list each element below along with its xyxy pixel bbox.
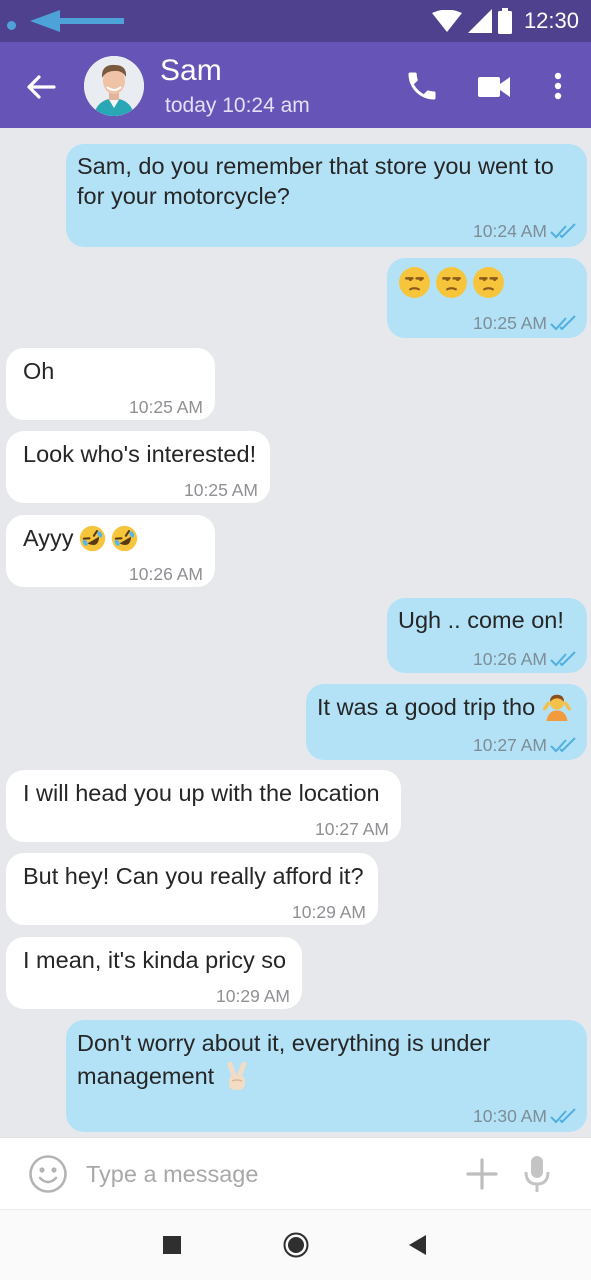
message-time: 10:27 AM <box>473 735 547 755</box>
chat-header: Sam today 10:24 am <box>0 42 591 128</box>
incoming-message[interactable]: Look who's interested! 10:25 AM <box>6 431 270 503</box>
message-text: Look who's interested! <box>23 441 257 467</box>
avatar-image <box>84 56 144 116</box>
rolling-on-floor-laughing-icon <box>111 525 137 551</box>
unamused-face-icon <box>436 267 467 298</box>
message-text-line: Don't worry about it, everything is unde… <box>77 1030 491 1056</box>
outgoing-message[interactable]: Sam, do you remember that store you went… <box>66 144 587 247</box>
incoming-message[interactable]: But hey! Can you really afford it? 10:29… <box>6 853 378 925</box>
system-navigation-bar <box>0 1209 591 1280</box>
message-text: It was a good trip tho <box>317 694 536 720</box>
emoji-icon[interactable] <box>28 1154 68 1194</box>
read-ticks-icon <box>550 737 576 753</box>
message-time: 10:27 AM <box>315 819 389 839</box>
message-time: 10:25 AM <box>473 313 547 333</box>
more-vertical-icon[interactable] <box>548 66 568 106</box>
person-shrugging-icon <box>543 694 572 721</box>
rolling-on-floor-laughing-icon <box>79 525 105 551</box>
message-list[interactable]: Sam, do you remember that store you went… <box>0 128 591 1136</box>
read-ticks-icon <box>550 1108 576 1124</box>
victory-hand-icon <box>227 1061 247 1090</box>
message-time: 10:29 AM <box>216 986 290 1006</box>
message-text: Ayyy <box>23 525 74 551</box>
swipe-hint-arrow-icon <box>30 10 124 32</box>
incoming-message[interactable]: I will head you up with the location 10:… <box>6 770 401 842</box>
contact-avatar[interactable] <box>84 56 144 116</box>
outgoing-message[interactable]: Don't worry about it, everything is unde… <box>66 1020 587 1132</box>
back-arrow-icon[interactable] <box>24 70 58 104</box>
recent-apps-icon[interactable] <box>163 1236 181 1254</box>
message-text: But hey! Can you really afford it? <box>23 863 364 889</box>
read-ticks-icon <box>550 651 576 667</box>
video-camera-icon[interactable] <box>476 72 512 102</box>
message-time: 10:29 AM <box>292 902 366 922</box>
message-time: 10:25 AM <box>184 480 258 500</box>
message-time: 10:25 AM <box>129 397 203 417</box>
message-input[interactable] <box>86 1154 436 1194</box>
read-ticks-icon <box>550 223 576 239</box>
battery-icon <box>497 8 512 34</box>
outgoing-message[interactable]: 10:25 AM <box>387 258 587 338</box>
incoming-message[interactable]: I mean, it's kinda pricy so 10:29 AM <box>6 937 302 1009</box>
message-text: Oh <box>23 358 55 384</box>
phone-icon[interactable] <box>404 68 440 104</box>
message-text: I mean, it's kinda pricy so <box>23 947 287 973</box>
notification-dot <box>7 21 16 30</box>
outgoing-message[interactable]: It was a good trip tho 10:27 AM <box>306 684 587 760</box>
message-time: 10:26 AM <box>473 649 547 669</box>
status-bar: 12:30 <box>0 0 591 42</box>
status-icons: 12:30 <box>431 6 579 36</box>
plus-icon[interactable] <box>466 1158 498 1190</box>
incoming-message[interactable]: Oh 10:25 AM <box>6 348 215 420</box>
home-icon[interactable] <box>283 1232 309 1258</box>
status-time: 12:30 <box>523 8 579 33</box>
unamused-face-icon <box>473 267 504 298</box>
signal-wifi-icon <box>431 10 462 32</box>
contact-name[interactable]: Sam <box>160 54 222 88</box>
unamused-face-icon <box>399 267 430 298</box>
message-time: 10:24 AM <box>473 221 547 241</box>
back-icon[interactable] <box>406 1234 428 1256</box>
outgoing-message[interactable]: Ugh .. come on! 10:26 AM <box>387 598 587 673</box>
message-composer <box>0 1137 591 1209</box>
message-text-line: management <box>77 1063 215 1089</box>
microphone-icon[interactable] <box>521 1154 553 1194</box>
message-time: 10:30 AM <box>473 1106 547 1126</box>
message-text: Ugh .. come on! <box>398 607 564 633</box>
read-ticks-icon <box>550 315 576 331</box>
last-seen-status: today 10:24 am <box>165 94 310 117</box>
message-text: I will head you up with the location <box>23 780 380 806</box>
incoming-message[interactable]: Ayyy 10:26 AM <box>6 515 215 587</box>
message-time: 10:26 AM <box>129 564 203 584</box>
message-text-line: Sam, do you remember that store you went… <box>77 153 554 179</box>
signal-cellular-icon <box>467 9 492 33</box>
message-text-line: for your motorcycle? <box>77 183 290 209</box>
